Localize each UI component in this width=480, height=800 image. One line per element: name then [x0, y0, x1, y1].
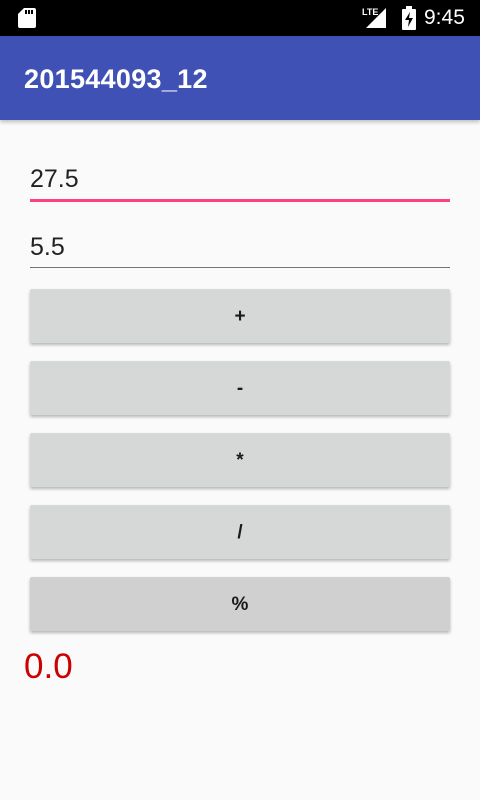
second-number-input[interactable] [30, 228, 450, 268]
modulo-button[interactable]: % [30, 577, 450, 631]
battery-charging-icon [402, 6, 416, 30]
multiply-button[interactable]: * [30, 433, 450, 487]
lte-signal-icon: LTE [362, 7, 386, 28]
status-bar: LTE 9:45 [0, 0, 480, 36]
lte-label: LTE [362, 7, 378, 17]
add-button[interactable]: + [30, 289, 450, 343]
subtract-button[interactable]: - [30, 361, 450, 415]
divide-button[interactable]: / [30, 505, 450, 559]
result-text: 0.0 [24, 647, 73, 686]
sd-card-icon [18, 8, 36, 28]
app-title: 201544093_12 [24, 64, 208, 94]
status-time: 9:45 [424, 6, 465, 29]
first-number-input[interactable] [30, 160, 450, 202]
app-bar: 201544093_12 [0, 36, 480, 120]
